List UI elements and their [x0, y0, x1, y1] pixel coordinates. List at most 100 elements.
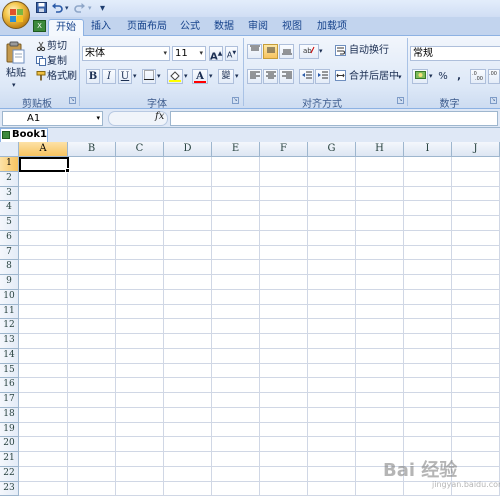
tab-formulas[interactable]: 公式 [176, 19, 204, 36]
row-header-21[interactable]: 21 [0, 452, 19, 467]
grow-font-button[interactable]: A▲ [209, 46, 223, 62]
font-size-select[interactable]: 11 ▾ [172, 46, 206, 61]
decrease-indent-button[interactable] [299, 69, 314, 84]
row-header-6[interactable]: 6 [0, 230, 19, 246]
column-header-g[interactable]: G [308, 142, 356, 157]
increase-decimal-button[interactable]: .0.00 [470, 69, 486, 84]
tab-addins[interactable]: 加载项 [312, 19, 352, 36]
align-right-button[interactable] [279, 69, 294, 84]
wrap-text-button[interactable]: 自动换行 [349, 44, 389, 57]
borders-button[interactable] [142, 69, 156, 84]
row-header-13[interactable]: 13 [0, 334, 19, 349]
clipboard-launcher-icon[interactable]: ↘ [69, 97, 76, 104]
tab-page-layout[interactable]: 页面布局 [122, 19, 172, 36]
row-header-3[interactable]: 3 [0, 186, 19, 202]
borders-dropdown-icon[interactable]: ▾ [157, 70, 161, 83]
decrease-decimal-button[interactable]: .00 [488, 69, 500, 84]
tab-data[interactable]: 数据 [210, 19, 238, 36]
fill-handle[interactable] [65, 168, 70, 173]
tab-review[interactable]: 审阅 [244, 19, 272, 36]
comma-button[interactable]: , [454, 69, 464, 84]
row-header-2[interactable]: 2 [0, 171, 19, 187]
alignment-launcher-icon[interactable]: ↘ [397, 97, 404, 104]
name-box[interactable]: A1 ▾ [2, 111, 103, 126]
column-header-f[interactable]: F [260, 142, 308, 157]
align-bottom-button[interactable] [279, 44, 294, 59]
paste-icon[interactable] [6, 41, 26, 68]
font-family-select[interactable]: 宋体 ▾ [82, 46, 170, 61]
accounting-dropdown-icon[interactable]: ▾ [429, 70, 433, 83]
row-header-22[interactable]: 22 [0, 466, 19, 482]
tab-insert[interactable]: 插入 [86, 19, 116, 36]
column-header-j[interactable]: J [452, 142, 500, 157]
row-header-9[interactable]: 9 [0, 275, 19, 290]
row-header-12[interactable]: 12 [0, 319, 19, 334]
underline-button[interactable]: U [118, 69, 132, 84]
fill-color-button[interactable] [167, 69, 183, 84]
column-header-h[interactable]: H [356, 142, 404, 157]
row-header-7[interactable]: 7 [0, 245, 19, 261]
align-left-button[interactable] [247, 69, 262, 84]
column-header-d[interactable]: D [164, 142, 212, 157]
format-painter-button[interactable]: 格式刷 [47, 70, 77, 83]
customize-quick-access-button[interactable]: ▾ [100, 2, 105, 15]
row-header-23[interactable]: 23 [0, 481, 19, 496]
row-header-1[interactable]: 1 [0, 157, 19, 172]
paste-button[interactable]: 粘贴 [6, 67, 26, 80]
italic-button[interactable]: I [102, 69, 116, 84]
number-format-select[interactable]: 常规 [410, 46, 500, 61]
merge-center-button[interactable]: 合并后居中 [349, 70, 399, 83]
font-color-dropdown-icon[interactable]: ▾ [209, 70, 213, 83]
cut-button[interactable]: 剪切 [47, 40, 67, 53]
row-header-18[interactable]: 18 [0, 407, 19, 423]
worksheet-grid[interactable]: ABCDEFGHIJ 1 2 3 4 5 6 7 8 9 10 11 12 13 14 15 16 17 18 19… [0, 142, 500, 496]
orientation-button[interactable]: ab [299, 44, 319, 59]
number-launcher-icon[interactable]: ↘ [490, 97, 497, 104]
fill-color-dropdown-icon[interactable]: ▾ [184, 70, 188, 83]
font-color-button[interactable]: A [192, 69, 208, 84]
formula-input[interactable] [170, 111, 498, 126]
shrink-font-button[interactable]: A▼ [225, 46, 238, 61]
row-header-11[interactable]: 11 [0, 304, 19, 320]
tab-home[interactable]: 开始 [48, 19, 84, 36]
row-header-20[interactable]: 20 [0, 437, 19, 452]
select-all-button[interactable] [0, 142, 19, 157]
row-header-14[interactable]: 14 [0, 348, 19, 364]
office-button[interactable] [2, 1, 30, 29]
column-header-i[interactable]: I [404, 142, 452, 157]
column-header-b[interactable]: B [68, 142, 116, 157]
row-header-8[interactable]: 8 [0, 260, 19, 275]
align-top-button[interactable] [247, 44, 262, 59]
phonetic-dropdown-icon[interactable]: ▾ [235, 70, 239, 83]
phonetic-button[interactable]: 變 [218, 69, 234, 84]
underline-dropdown-icon[interactable]: ▾ [133, 70, 137, 83]
save-icon[interactable] [36, 2, 47, 15]
redo-dropdown-icon[interactable]: ▾ [88, 2, 92, 15]
column-header-e[interactable]: E [212, 142, 260, 157]
row-header-19[interactable]: 19 [0, 422, 19, 438]
accounting-format-button[interactable] [412, 69, 428, 84]
tab-view[interactable]: 视图 [278, 19, 306, 36]
bold-button[interactable]: B [86, 69, 100, 84]
row-header-16[interactable]: 16 [0, 378, 19, 393]
row-header-4[interactable]: 4 [0, 201, 19, 216]
row-header-5[interactable]: 5 [0, 216, 19, 231]
increase-indent-button[interactable] [315, 69, 330, 84]
column-header-c[interactable]: C [116, 142, 164, 157]
font-launcher-icon[interactable]: ↘ [232, 97, 239, 104]
copy-button[interactable]: 复制 [47, 55, 67, 68]
undo-icon[interactable] [51, 2, 63, 15]
paste-dropdown-icon[interactable]: ▾ [12, 79, 16, 92]
redo-icon[interactable] [74, 2, 86, 15]
align-center-button[interactable] [263, 69, 278, 84]
undo-dropdown-icon[interactable]: ▾ [65, 2, 69, 15]
orientation-dropdown-icon[interactable]: ▾ [319, 45, 323, 58]
column-header-a[interactable]: A [19, 142, 68, 157]
active-cell-a1[interactable] [19, 157, 69, 172]
row-header-17[interactable]: 17 [0, 393, 19, 408]
workbook-tab[interactable]: Book1 [0, 128, 48, 142]
row-header-10[interactable]: 10 [0, 289, 19, 305]
insert-function-button[interactable]: fx [155, 111, 164, 122]
align-middle-button[interactable] [263, 44, 278, 59]
row-header-15[interactable]: 15 [0, 363, 19, 379]
